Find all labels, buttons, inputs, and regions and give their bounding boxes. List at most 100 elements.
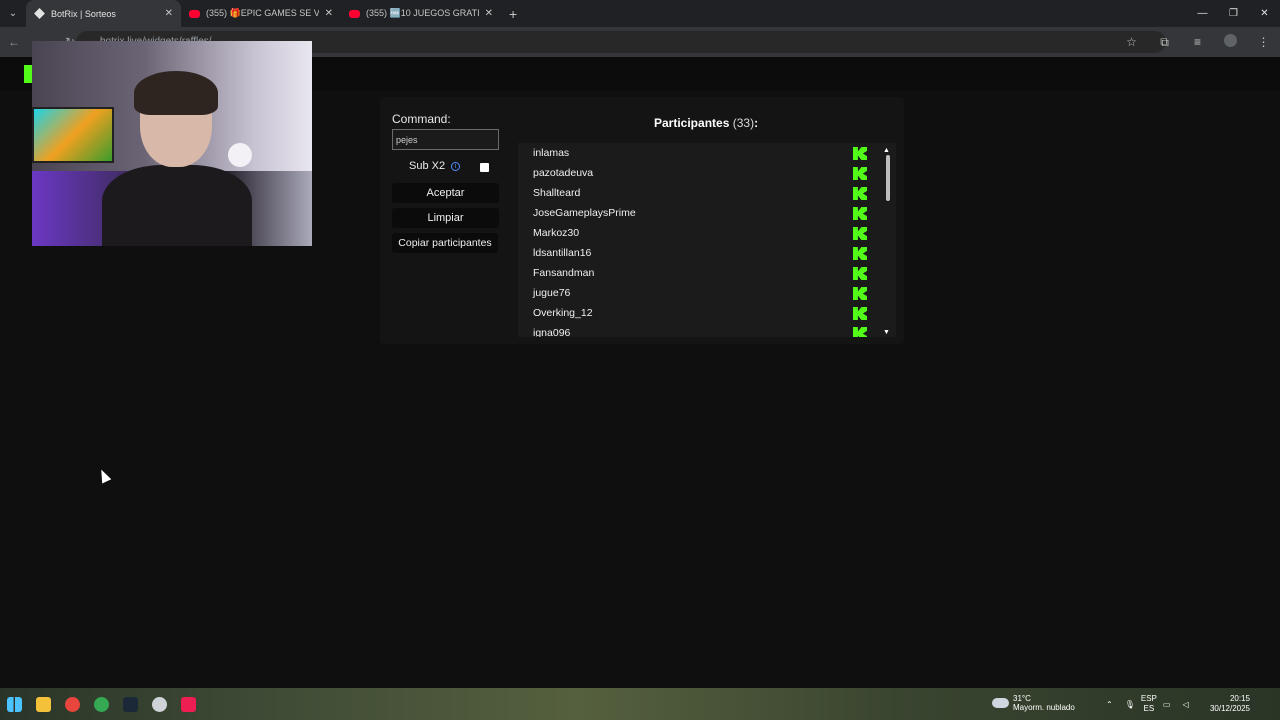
chrome-button[interactable] (58, 688, 87, 720)
streamer-body (102, 165, 252, 246)
kick-icon (853, 287, 867, 300)
tab-strip: ⌄ BotRix | Sorteos ✕ (355) 🎁EPIC GAMES S… (0, 0, 1280, 27)
command-label: Command: (392, 112, 451, 126)
list-item: ldsantillan16 (518, 243, 896, 263)
info-icon[interactable]: i (451, 161, 461, 171)
participant-name: Shallteard (533, 187, 581, 199)
participant-name: igna096 (533, 327, 571, 337)
participant-name: inlamas (533, 147, 570, 159)
list-item: jugue76 (518, 283, 896, 303)
lang-bottom: ES (1143, 704, 1155, 713)
tab-label: (355) 🆓10 JUEGOS GRATIS PA (366, 8, 479, 18)
start-button[interactable] (0, 688, 29, 720)
participant-name: Overking_12 (533, 307, 593, 319)
streamer (102, 71, 252, 246)
window-controls: — ❐ ✕ (1187, 0, 1280, 27)
participants-count: (33) (732, 116, 755, 130)
webcam-overlay (32, 41, 312, 246)
microphone-icon[interactable]: 🎙 (1125, 700, 1135, 709)
cloud-icon (992, 698, 1009, 708)
obs-button[interactable] (145, 688, 174, 720)
scrollbar-thumb[interactable] (886, 155, 890, 201)
tab-label: BotRix | Sorteos (51, 8, 116, 19)
bookmark-star-icon[interactable]: ☆ (1115, 35, 1148, 49)
youtube-icon (349, 9, 360, 18)
accept-button[interactable]: Aceptar (392, 183, 499, 203)
list-item: igna096 (518, 323, 896, 337)
command-input[interactable] (392, 129, 499, 150)
folder-icon (36, 696, 51, 712)
clock-time: 20:15 (1229, 694, 1250, 703)
list-item: Markoz30 (518, 223, 896, 243)
system-tray: ⌃ 🎙 ESP ES ▭ ◁ (1100, 688, 1195, 720)
steam-icon (123, 696, 138, 712)
close-tab-icon[interactable]: ✕ (165, 8, 173, 19)
participants-title: Participantes (654, 116, 730, 130)
weather-widget[interactable]: 31°C Mayorm. nublado (992, 694, 1075, 712)
file-explorer-button[interactable] (29, 688, 58, 720)
new-tab-icon[interactable]: + (509, 6, 517, 22)
extensions-icon[interactable]: ⧉ (1148, 35, 1181, 50)
tiktok-icon (181, 696, 196, 712)
taskbar: 31°C Mayorm. nublado ⌃ 🎙 ESP ES ▭ ◁ 20:1… (0, 688, 1280, 720)
close-tab-icon[interactable]: ✕ (325, 8, 333, 19)
participant-name: pazotadeuva (533, 167, 594, 179)
tiktok-button[interactable] (174, 688, 203, 720)
list-item: JoseGameplaysPrime (518, 203, 896, 223)
clear-button[interactable]: Limpiar (392, 208, 499, 228)
list-item: pazotadeuva (518, 163, 896, 183)
list-item: inlamas (518, 143, 896, 163)
menu-kebab-icon[interactable]: ⋮ (1247, 35, 1280, 49)
clock[interactable]: 20:15 30/12/2025 (1210, 694, 1250, 714)
tab-youtube-2[interactable]: (355) 🆓10 JUEGOS GRATIS PA ✕ (341, 0, 501, 27)
list-item: Overking_12 (518, 303, 896, 323)
tab-botrix[interactable]: BotRix | Sorteos ✕ (26, 0, 181, 27)
chrome-profile-icon (94, 696, 109, 712)
participants-suffix: : (754, 116, 759, 130)
participants-list[interactable]: inlamas pazotadeuva Shallteard JoseGamep… (518, 143, 896, 337)
kick-icon (853, 247, 867, 260)
clock-date: 30/12/2025 (1209, 704, 1250, 713)
sub-x2-row: Sub X2 i (409, 160, 461, 172)
windows-icon (7, 696, 22, 712)
participant-name: Markoz30 (533, 227, 580, 239)
language-indicator[interactable]: ESP ES (1141, 694, 1157, 714)
back-icon[interactable]: ← (0, 35, 28, 49)
botrix-icon (34, 8, 45, 19)
tray-expand-icon[interactable]: ⌃ (1106, 700, 1113, 709)
obs-icon (152, 696, 167, 712)
steam-button[interactable] (116, 688, 145, 720)
close-tab-icon[interactable]: ✕ (485, 8, 493, 19)
copy-participants-button[interactable]: Copiar participantes (392, 233, 498, 253)
profile-avatar[interactable] (1214, 34, 1247, 50)
scroll-down-arrow-icon[interactable]: ▼ (883, 329, 890, 336)
weather-temp: 31°C (1013, 694, 1031, 703)
tab-search-chevron-icon[interactable]: ⌄ (0, 0, 26, 27)
minimize-button[interactable]: — (1187, 0, 1218, 27)
chrome-icon (65, 696, 80, 712)
list-item: Shallteard (518, 183, 896, 203)
close-window-button[interactable]: ✕ (1249, 0, 1280, 27)
volume-icon[interactable]: ◁ (1182, 700, 1188, 709)
mouse-cursor-icon (96, 467, 112, 484)
kick-icon (853, 327, 867, 337)
tab-youtube-1[interactable]: (355) 🎁EPIC GAMES SE VOLVI ✕ (181, 0, 341, 27)
media-icon[interactable]: ≡ (1181, 35, 1214, 49)
giveaway-panel: Command: Sub X2 i Aceptar Limpiar Copiar… (380, 97, 904, 344)
chrome-profile-button[interactable] (87, 688, 116, 720)
kick-icon (853, 167, 867, 180)
participants-heading: Participantes (33): (654, 116, 758, 130)
participant-name: ldsantillan16 (533, 247, 592, 259)
toolbar-actions: ☆ ⧉ ≡ ⋮ (1115, 27, 1280, 57)
weather-desc: Mayorm. nublado (1013, 703, 1075, 712)
network-icon[interactable]: ▭ (1163, 700, 1171, 709)
kick-icon (853, 307, 867, 320)
sub-x2-checkbox[interactable] (480, 163, 489, 172)
restore-button[interactable]: ❐ (1218, 0, 1249, 27)
lang-top: ESP (1140, 694, 1157, 703)
kick-icon (853, 207, 867, 220)
scroll-up-arrow-icon[interactable]: ▲ (883, 147, 890, 154)
youtube-icon (189, 9, 200, 18)
kick-icon (853, 147, 867, 160)
participant-name: JoseGameplaysPrime (533, 207, 636, 219)
